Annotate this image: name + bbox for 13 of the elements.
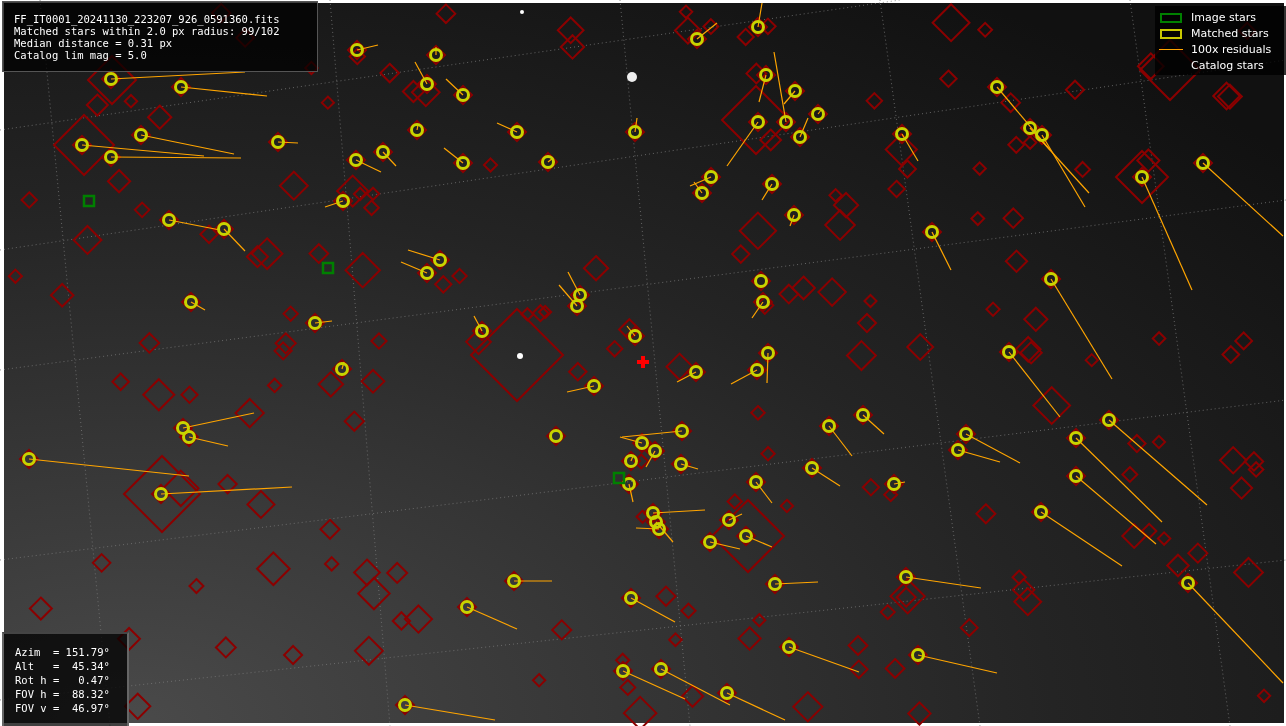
- pointing-text: FOV v = 46.97°: [15, 702, 111, 714]
- legend-label: Matched stars: [1191, 27, 1269, 40]
- pointing-text: Alt = 45.34°: [15, 660, 111, 672]
- pointing-text: FOV h = 88.32°: [15, 688, 111, 700]
- pointing-text: Rot h = 0.47°: [15, 674, 111, 686]
- info-text: FF_IT0001_20241130_223207_926_0591360.fits: [14, 13, 281, 25]
- legend-label: Image stars: [1191, 11, 1256, 24]
- pointing-text: Azim = 151.79°: [15, 646, 111, 658]
- legend-label: Catalog stars: [1191, 59, 1264, 72]
- info-text: Median distance = 0.31 px: [14, 37, 174, 49]
- info-text: Catalog lim mag = 5.0: [14, 49, 148, 61]
- legend-label: 100x residuals: [1191, 43, 1272, 56]
- info-text: Matched stars within 2.0 px radius: 99/102: [14, 25, 281, 37]
